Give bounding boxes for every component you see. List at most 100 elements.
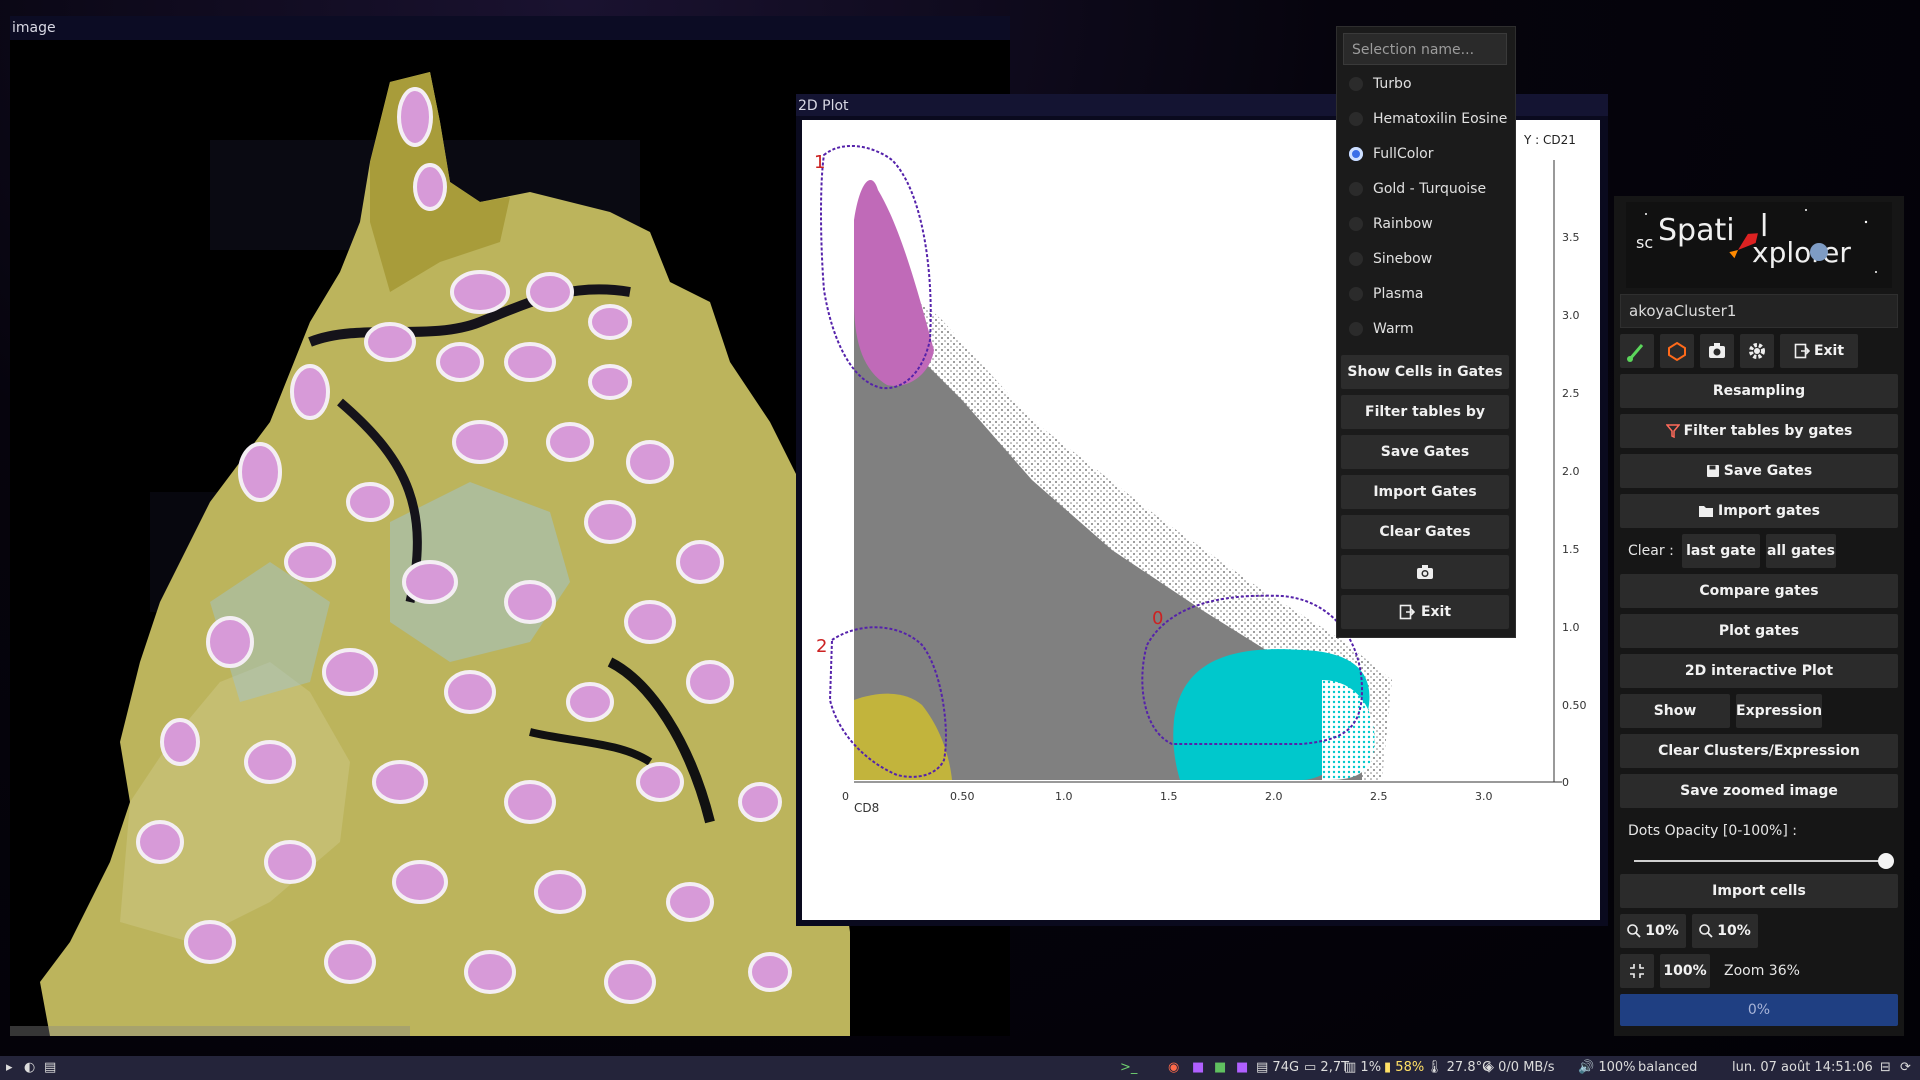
save-zoomed-image-button[interactable]: Save zoomed image [1620, 774, 1898, 808]
clear-clusters-expression-button[interactable]: Clear Clusters/Expression [1620, 734, 1898, 768]
exit-icon [1794, 343, 1811, 359]
y-tick-15: 1.5 [1562, 543, 1580, 556]
progress-label: 0% [1747, 1002, 1771, 1018]
x-tick-0: 0 [842, 790, 849, 803]
fit-icon [1630, 964, 1644, 978]
colormap-option-rainbow[interactable]: Rainbow [1343, 209, 1511, 239]
volume-indicator[interactable]: 🔊 100% [1578, 1056, 1636, 1080]
panel-exit-button[interactable]: Exit [1780, 334, 1858, 368]
dots-opacity-label: Dots Opacity [0-100%] : [1628, 823, 1797, 839]
resampling-button[interactable]: Resampling [1620, 374, 1898, 408]
svg-text:sc: sc [1636, 233, 1653, 252]
x-tick-1: 1.0 [1055, 790, 1073, 803]
gate-0-label: 0 [1152, 608, 1163, 629]
compare-gates-button[interactable]: Compare gates [1620, 574, 1898, 608]
clear-last-gate-button[interactable]: last gate [1682, 534, 1760, 568]
folder-icon[interactable]: ■ [1192, 1056, 1204, 1080]
opacity-slider-track[interactable] [1634, 860, 1886, 862]
dataset-selector[interactable]: akoyaCluster1 [1620, 294, 1898, 328]
y-tick-1: 1.0 [1562, 621, 1580, 634]
gate-1-cells [854, 180, 934, 386]
radio-selected-icon [1349, 147, 1363, 161]
scspatialexplorer-logo: sc Spati l xplorer [1626, 202, 1892, 288]
screenshot-button[interactable] [1341, 555, 1509, 589]
colormap-context-menu[interactable]: Selection name... Turbo Hematoxilin Eosi… [1336, 26, 1516, 638]
funnel-icon [1664, 424, 1681, 439]
folder-icon[interactable]: ■ [1214, 1056, 1226, 1080]
menu-exit-button[interactable]: Exit [1341, 595, 1509, 629]
selection-name-placeholder: Selection name... [1352, 42, 1475, 58]
y-tick-0: 0 [1562, 776, 1569, 789]
gear-icon [1749, 343, 1765, 359]
selection-name-input[interactable]: Selection name... [1343, 33, 1507, 65]
clear-label: Clear : [1628, 543, 1674, 559]
zoom-out-button[interactable]: 10% [1620, 914, 1686, 948]
colormap-option-gold-turquoise[interactable]: Gold - Turquoise [1343, 174, 1511, 204]
control-panel: sc Spati l xplorer akoyaCluster1 Exit Re… [1614, 196, 1904, 1036]
filter-tables-by-gates-button[interactable]: Filter tables by Gates [1341, 395, 1509, 454]
clear-gates-button[interactable]: Clear Gates [1341, 515, 1509, 549]
polygon-icon [1668, 341, 1686, 362]
save-gates-panel-button[interactable]: Save Gates [1620, 454, 1898, 488]
terminal-icon[interactable]: >_ [1120, 1056, 1137, 1080]
app-launcher-icon[interactable]: ◐ [24, 1056, 35, 1080]
app-icon[interactable]: ◉ [1168, 1056, 1179, 1080]
gate-1-label: 1 [814, 152, 825, 173]
zoom-level-text: Zoom 36% [1724, 963, 1800, 979]
brush-icon [1627, 344, 1644, 362]
save-gates-button[interactable]: Save Gates [1341, 435, 1509, 469]
colormap-option-fullcolor[interactable]: FullColor [1343, 139, 1511, 169]
x-tick-2: 2.0 [1265, 790, 1283, 803]
folder-icon [1699, 506, 1714, 517]
zoom-100-button[interactable]: 100% [1660, 954, 1710, 988]
show-clusters-button[interactable]: Show Clusters [1620, 694, 1730, 753]
panel-screenshot-button[interactable] [1700, 334, 1734, 368]
y-tick-35: 3.5 [1562, 231, 1580, 244]
sync-icon[interactable]: ⟳ [1900, 1056, 1911, 1080]
file-manager-icon[interactable]: ▤ [44, 1056, 56, 1080]
show-cells-in-gates-button[interactable]: Show Cells in Gates [1341, 355, 1509, 389]
import-gates-button[interactable]: Import Gates [1341, 475, 1509, 509]
expression-button[interactable]: Expression [1736, 694, 1822, 728]
camera-icon [1709, 343, 1725, 358]
gate-2-label: 2 [816, 636, 827, 657]
settings-button[interactable] [1740, 334, 1774, 368]
filter-tables-by-gates-panel-button[interactable]: Filter tables by gates [1620, 414, 1898, 448]
plot-gates-button[interactable]: Plot gates [1620, 614, 1898, 648]
y-tick-25: 2.5 [1562, 387, 1580, 400]
colormap-option-sinebow[interactable]: Sinebow [1343, 244, 1511, 274]
power-mode[interactable]: balanced [1638, 1056, 1697, 1080]
camera-icon [1417, 565, 1433, 579]
x-tick-3: 3.0 [1475, 790, 1493, 803]
opacity-slider-thumb[interactable] [1878, 853, 1894, 869]
brush-button[interactable] [1620, 334, 1654, 368]
y-axis-label: Y : CD21 [1523, 133, 1576, 147]
network-value: 0/0 MB/s [1498, 1060, 1555, 1075]
progress-bar: 0% [1620, 994, 1898, 1026]
network-indicator: ◈ 0/0 MB/s [1484, 1060, 1555, 1075]
radio-icon [1349, 217, 1363, 231]
image-window-titlebar[interactable]: image [10, 16, 1010, 40]
radio-icon [1349, 287, 1363, 301]
colormap-option-turbo[interactable]: Turbo [1343, 69, 1511, 99]
colormap-option-warm[interactable]: Warm [1343, 314, 1511, 344]
clear-all-gates-button[interactable]: all gates [1766, 534, 1836, 568]
temperature-indicator: 🌡 27.8°C [1426, 1060, 1492, 1075]
notification-icon[interactable]: ⊟ [1880, 1056, 1891, 1080]
interactive-2d-plot-button[interactable]: 2D interactive Plot [1620, 654, 1898, 688]
x-tick-050: 0.50 [950, 790, 975, 803]
import-gates-panel-button[interactable]: Import gates [1620, 494, 1898, 528]
folder-icon[interactable]: ■ [1236, 1056, 1248, 1080]
start-menu-icon[interactable]: ▸ [6, 1056, 13, 1080]
import-gates-label: Import gates [1718, 503, 1820, 519]
zoom-in-button[interactable]: 10% [1692, 914, 1758, 948]
import-cells-button[interactable]: Import cells [1620, 874, 1898, 908]
svg-text:xplorer: xplorer [1752, 236, 1851, 269]
colormap-option-plasma[interactable]: Plasma [1343, 279, 1511, 309]
x-tick-25: 2.5 [1370, 790, 1388, 803]
colormap-option-hematoxilin-eosine[interactable]: Hematoxilin Eosine [1343, 104, 1511, 134]
y-tick-050: 0.50 [1562, 699, 1587, 712]
fit-view-button[interactable] [1620, 954, 1654, 988]
x-tick-15: 1.5 [1160, 790, 1178, 803]
polygon-button[interactable] [1660, 334, 1694, 368]
